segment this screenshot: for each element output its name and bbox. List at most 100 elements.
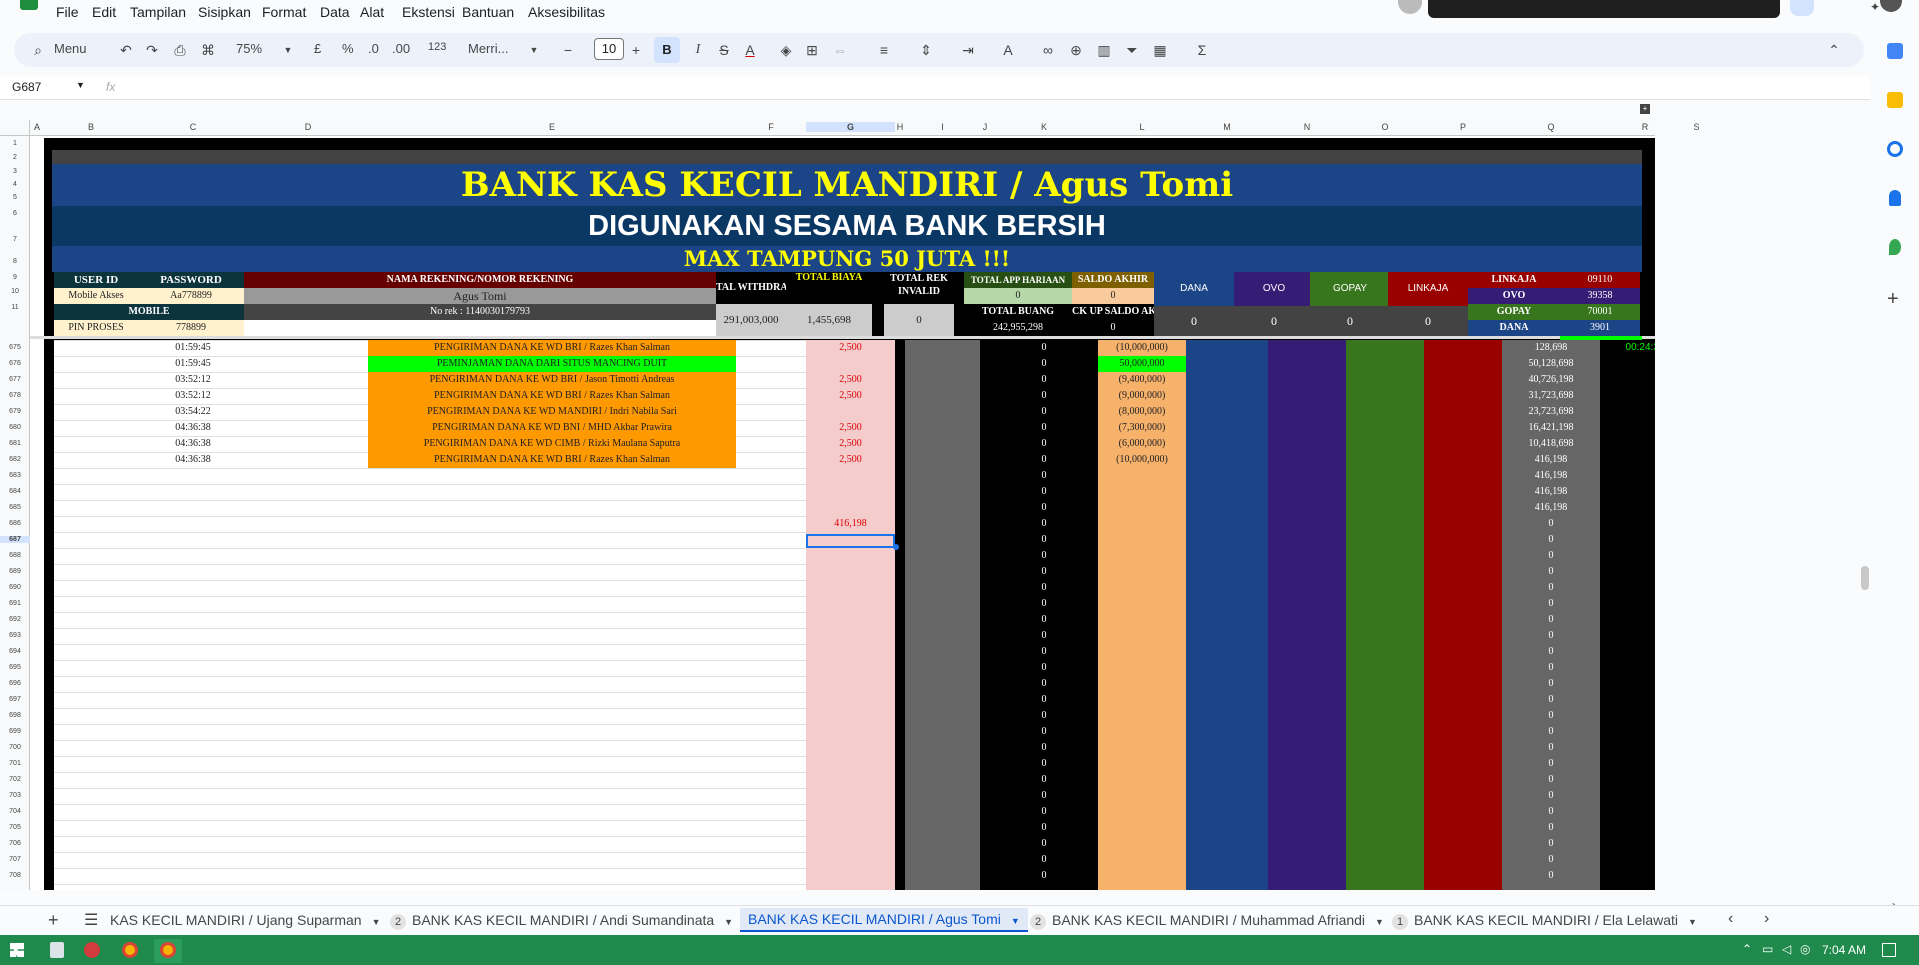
filter-icon[interactable]: ⏷ xyxy=(1124,42,1140,58)
column-L[interactable]: L xyxy=(1098,122,1186,132)
add-addon-icon[interactable]: + xyxy=(1887,288,1899,311)
start-icon[interactable] xyxy=(10,943,24,957)
maps-icon[interactable] xyxy=(1889,239,1901,255)
italic-icon[interactable]: I xyxy=(690,42,706,58)
column-I[interactable]: I xyxy=(905,122,980,132)
text-color-icon[interactable]: A xyxy=(742,42,758,58)
menu-item-alat[interactable]: Alat xyxy=(360,4,384,20)
borders-icon[interactable]: ⊞ xyxy=(804,42,820,58)
decrease-decimal-button[interactable]: .0 xyxy=(368,41,379,56)
network-icon[interactable]: ▭ xyxy=(1762,942,1773,956)
clock[interactable]: 7:04 AM xyxy=(1822,943,1866,957)
share-button[interactable] xyxy=(1790,0,1814,16)
chart-icon[interactable]: ▥ xyxy=(1096,42,1112,58)
tab-sheet[interactable]: 1 BANK KAS KECIL MANDIRI / Ela Lelawati ▼ xyxy=(1392,912,1697,930)
rotate-icon[interactable]: A xyxy=(1000,42,1016,58)
undo-icon[interactable]: ↶ xyxy=(118,42,134,58)
plus-icon[interactable]: + xyxy=(628,42,644,58)
tab-sheet[interactable]: BANK KAS KECIL MANDIRI / Agus Tomi ▼ xyxy=(740,908,1028,932)
redo-icon[interactable]: ↷ xyxy=(144,42,160,58)
valign-icon[interactable]: ⇕ xyxy=(918,42,934,58)
menu-item-tampilan[interactable]: Tampilan xyxy=(130,4,186,20)
notepad-icon[interactable] xyxy=(50,942,64,958)
column-F[interactable]: F xyxy=(736,122,806,132)
column-A[interactable]: A xyxy=(30,122,44,132)
tray-chevron-icon[interactable]: ⌃ xyxy=(1742,942,1752,956)
column-D[interactable]: D xyxy=(248,122,368,132)
chevron-down-icon[interactable]: ▼ xyxy=(372,917,381,927)
column-K[interactable]: K xyxy=(990,122,1098,132)
chevron-down-icon[interactable]: ▼ xyxy=(1011,916,1020,926)
print-icon[interactable]: ⎙ xyxy=(172,42,188,58)
tab-sheet[interactable]: 2 BANK KAS KECIL MANDIRI / Muhammad Afria… xyxy=(1030,912,1384,930)
menu-item-edit[interactable]: Edit xyxy=(92,4,116,20)
chevron-down-icon[interactable]: ▼ xyxy=(724,917,733,927)
column-H[interactable]: H xyxy=(895,122,905,132)
sheets-logo-icon[interactable] xyxy=(20,0,38,10)
keep-icon[interactable] xyxy=(1887,92,1903,108)
add-column-icon[interactable]: + xyxy=(1640,104,1650,114)
notifications-icon[interactable] xyxy=(1882,943,1896,957)
functions-icon[interactable]: Σ xyxy=(1194,42,1210,58)
tab-scroll-left-icon[interactable]: ‹ xyxy=(1728,910,1733,928)
search-menu[interactable]: Menu xyxy=(54,41,87,56)
column-O[interactable]: O xyxy=(1346,122,1424,132)
menu-item-ekstensi[interactable]: Ekstensi xyxy=(402,4,455,20)
calendar-icon[interactable] xyxy=(1887,43,1903,59)
column-E[interactable]: E xyxy=(368,122,736,132)
shield-icon[interactable]: ◎ xyxy=(1800,942,1810,956)
column-N[interactable]: N xyxy=(1268,122,1346,132)
tab-sheet[interactable]: KAS KECIL MANDIRI / Ujang Suparman ▼ xyxy=(110,912,381,928)
fill-handle[interactable] xyxy=(893,544,899,550)
add-sheet-icon[interactable]: + xyxy=(48,910,59,931)
tab-scroll-right-icon[interactable]: › xyxy=(1764,910,1769,928)
chevron-down-icon[interactable]: ▼ xyxy=(76,80,85,90)
align-icon[interactable]: ≡ xyxy=(876,42,892,58)
wrap-icon[interactable]: ⇥ xyxy=(960,42,976,58)
menu-item-data[interactable]: Data xyxy=(320,4,350,20)
sheet-grid[interactable]: BANK KAS KECIL MANDIRI / Agus Tomi DIGUNA… xyxy=(30,136,1655,890)
strikethrough-icon[interactable]: S xyxy=(716,42,732,58)
increase-decimal-button[interactable]: .00 xyxy=(392,41,410,56)
currency-button[interactable]: £ xyxy=(314,41,321,56)
font-select[interactable]: Merri... xyxy=(468,41,508,56)
avatar[interactable] xyxy=(1398,0,1422,14)
minus-icon[interactable]: − xyxy=(560,42,576,58)
chevron-down-icon[interactable]: ▼ xyxy=(1375,917,1384,927)
column-R[interactable]: R xyxy=(1600,122,1690,132)
collapse-toolbar-icon[interactable]: ⌃ xyxy=(1826,42,1842,58)
opera-icon[interactable] xyxy=(84,942,100,958)
selected-cell[interactable] xyxy=(806,534,895,548)
name-box[interactable]: G687 xyxy=(12,80,41,94)
link-icon[interactable]: ∞ xyxy=(1040,42,1056,58)
menu-item-sisipkan[interactable]: Sisipkan xyxy=(198,4,251,20)
bold-icon[interactable]: B xyxy=(654,37,680,63)
chrome-icon[interactable] xyxy=(160,942,176,958)
vertical-scrollbar[interactable] xyxy=(1861,566,1869,590)
column-C[interactable]: C xyxy=(138,122,248,132)
column-P[interactable]: P xyxy=(1424,122,1502,132)
menu-item-aksesibilitas[interactable]: Aksesibilitas xyxy=(528,4,605,20)
font-size-input[interactable]: 10 xyxy=(594,38,624,60)
menu-item-format[interactable]: Format xyxy=(262,4,306,20)
chevron-down-icon[interactable]: ▼ xyxy=(1688,917,1697,927)
column-S[interactable]: S xyxy=(1690,122,1703,132)
percent-button[interactable]: % xyxy=(342,41,354,56)
search-icon[interactable]: ⌕ xyxy=(30,42,46,58)
volume-icon[interactable]: ◁ xyxy=(1782,942,1791,956)
column-Q[interactable]: Q xyxy=(1502,122,1600,132)
contacts-icon[interactable] xyxy=(1889,190,1901,206)
account-icon[interactable] xyxy=(1880,0,1902,12)
filter-views-icon[interactable]: ▦ xyxy=(1152,42,1168,58)
merge-icon[interactable]: ⇔ xyxy=(832,42,848,58)
number-format-button[interactable]: 123 xyxy=(428,41,446,53)
tab-sheet[interactable]: 2 BANK KAS KECIL MANDIRI / Andi Sumandina… xyxy=(390,912,733,930)
column-J[interactable]: J xyxy=(980,122,990,132)
all-sheets-icon[interactable]: ☰ xyxy=(84,910,98,930)
chrome-icon[interactable] xyxy=(122,942,138,958)
select-all-corner[interactable] xyxy=(0,120,30,136)
comment-icon[interactable]: ⊕ xyxy=(1068,42,1084,58)
menu-item-bantuan[interactable]: Bantuan xyxy=(462,4,514,20)
column-M[interactable]: M xyxy=(1186,122,1268,132)
fill-color-icon[interactable]: ◈ xyxy=(778,42,794,58)
